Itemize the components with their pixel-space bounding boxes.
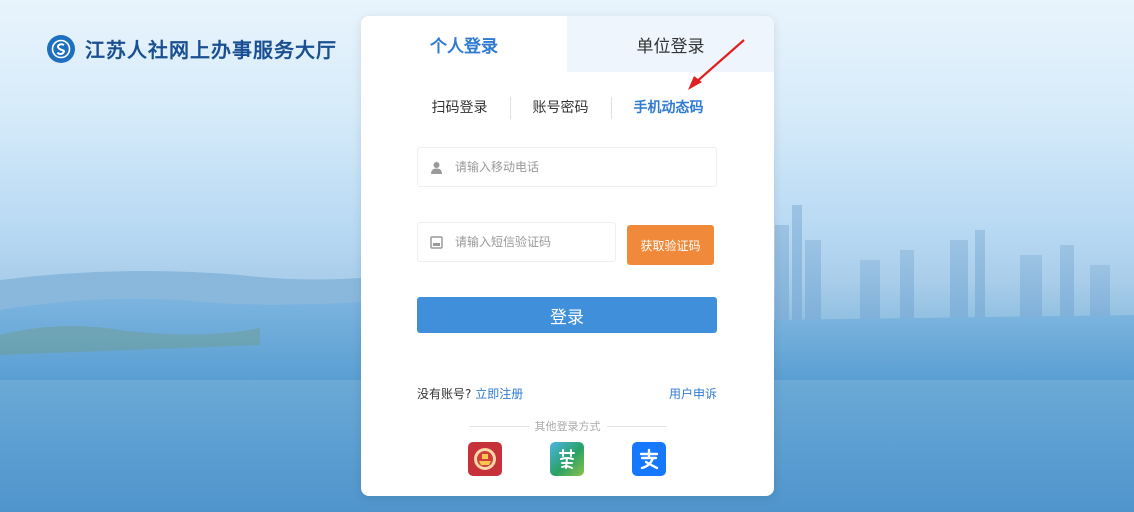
divider-line — [468, 425, 529, 427]
site-title: 江苏人社网上办事服务大厅 — [85, 38, 337, 62]
tab-personal-login[interactable]: 个人登录 — [361, 16, 567, 72]
su-app-icon[interactable] — [550, 442, 584, 476]
no-account-text: 没有账号? — [417, 387, 472, 401]
subtab-account-password[interactable]: 账号密码 — [511, 96, 611, 120]
sms-code-field[interactable] — [417, 222, 616, 262]
user-icon — [430, 160, 443, 174]
annotation-arrow-icon — [688, 39, 745, 90]
other-login-label: 其他登录方式 — [534, 420, 601, 433]
get-sms-code-button[interactable]: 获取验证码 — [627, 225, 714, 265]
subtab-scan-login[interactable]: 扫码登录 — [410, 96, 510, 120]
national-emblem-icon[interactable] — [468, 442, 502, 476]
sms-code-input[interactable] — [453, 234, 615, 250]
phone-input[interactable] — [453, 159, 716, 175]
other-login-icons — [361, 442, 774, 478]
divider-line — [606, 425, 667, 427]
subtab-phone-code[interactable]: 手机动态码 — [612, 96, 726, 120]
user-appeal-link[interactable]: 用户申诉 — [669, 385, 717, 402]
register-link[interactable]: 立即注册 — [475, 387, 523, 401]
message-icon — [430, 235, 443, 249]
phone-field[interactable] — [417, 147, 717, 187]
alipay-icon[interactable] — [632, 442, 666, 476]
hrss-logo-icon — [47, 34, 75, 63]
login-button[interactable]: 登录 — [417, 297, 717, 333]
register-prompt: 没有账号? 立即注册 — [417, 385, 523, 402]
login-method-subtabs: 扫码登录 账号密码 手机动态码 — [361, 96, 774, 120]
other-login-divider: 其他登录方式 — [361, 418, 774, 434]
site-logo[interactable]: 江苏人社网上办事服务大厅 — [47, 34, 337, 63]
